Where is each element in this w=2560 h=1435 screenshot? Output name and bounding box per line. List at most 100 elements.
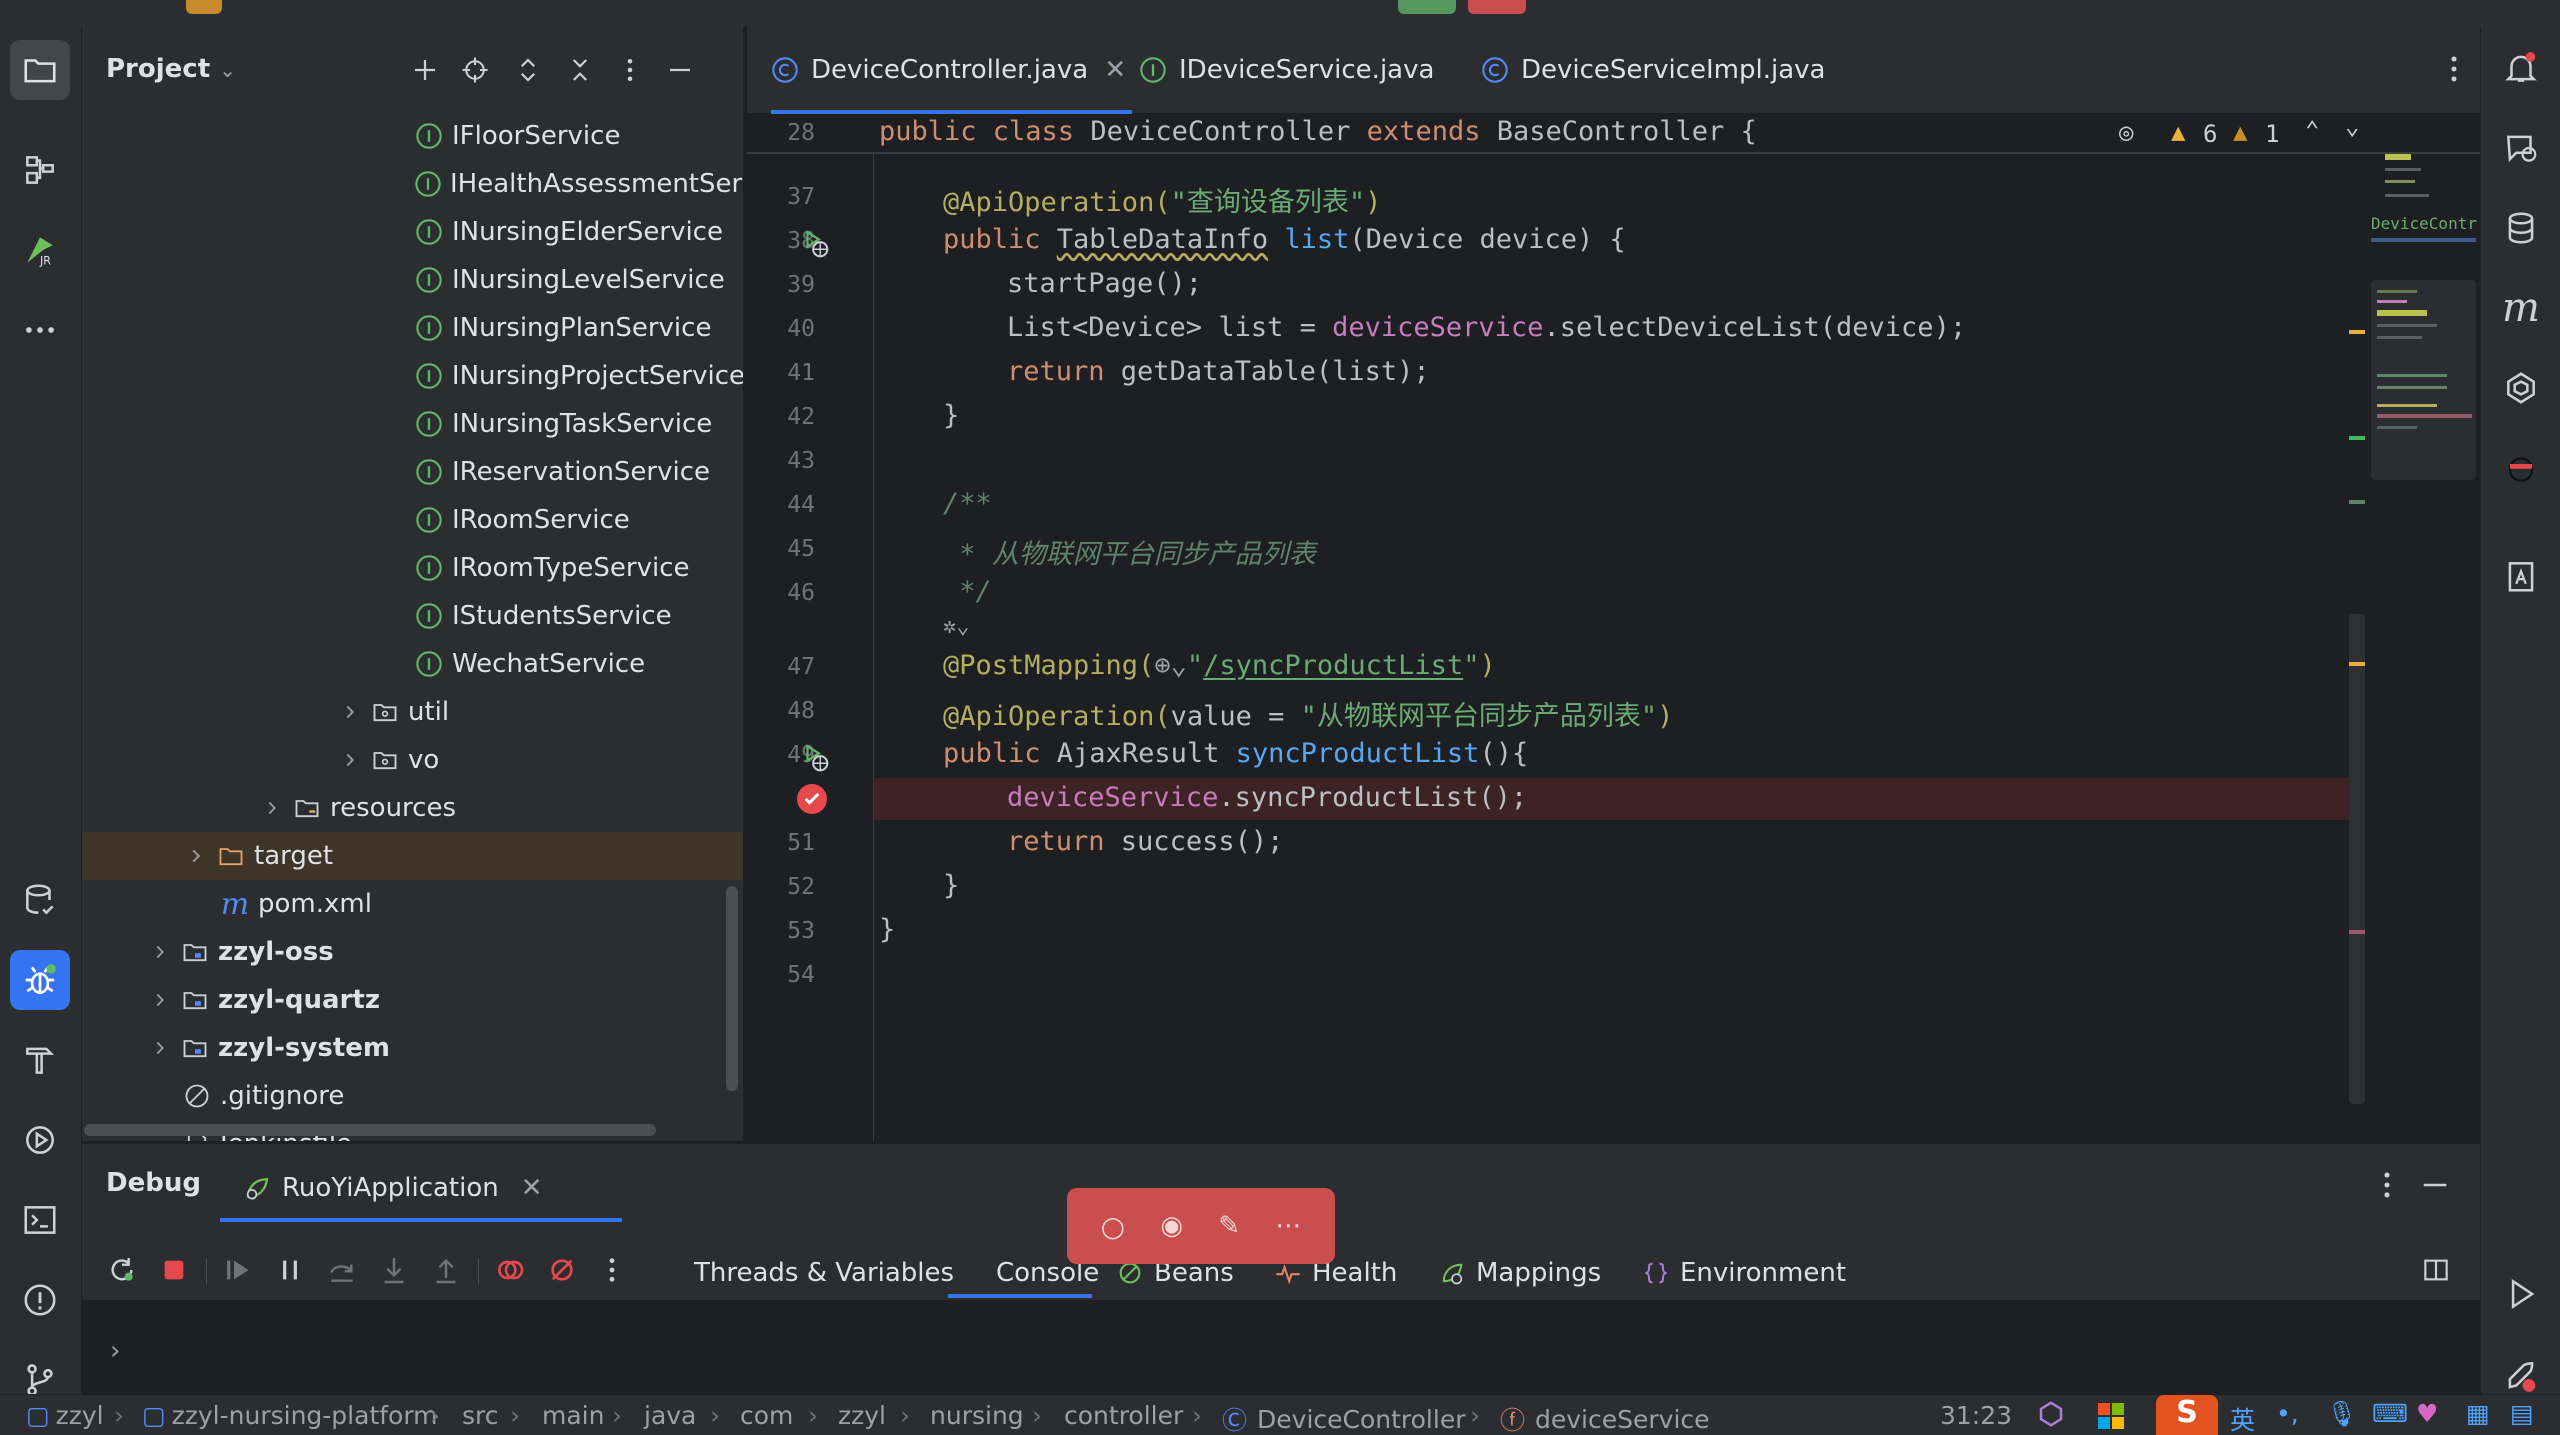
search-icon[interactable]: ○	[1101, 1210, 1125, 1243]
breadcrumb-devicecontroller[interactable]: Ⓒ DeviceController	[1222, 1401, 1466, 1435]
debug-tool-button[interactable]	[10, 950, 70, 1010]
tab-mappings[interactable]: Mappings	[1438, 1248, 1601, 1298]
project-view-selector[interactable]: Project ⌄	[106, 54, 236, 84]
expand-all-button[interactable]	[510, 52, 546, 88]
layout-settings-button[interactable]	[2420, 1254, 2452, 1290]
breadcrumb-nursing[interactable]: nursing	[930, 1401, 1024, 1430]
ai-assistant-inline-icon[interactable]: ✲⌄	[943, 614, 970, 639]
run-tool-button[interactable]	[2491, 1264, 2551, 1324]
console-output[interactable]	[82, 1300, 2480, 1395]
globe-icon[interactable]: ⊕⌄	[1154, 650, 1187, 681]
structure-tool-button[interactable]	[10, 140, 70, 200]
run-button[interactable]	[1398, 0, 1456, 14]
ai-assistant-button[interactable]	[2491, 118, 2551, 178]
ninja-plugin-button[interactable]	[2491, 438, 2551, 498]
tree-item-inursingprojectservice[interactable]: INursingProjectService	[82, 352, 743, 400]
breadcrumb-com[interactable]: com	[740, 1401, 793, 1430]
previous-highlight-icon[interactable]: ⌃	[2305, 116, 2319, 144]
tray-expand-icon[interactable]: ▤	[2510, 1399, 2534, 1428]
resume-button[interactable]	[220, 1252, 256, 1288]
breadcrumb-java[interactable]: java	[644, 1401, 696, 1430]
add-button[interactable]	[407, 52, 443, 88]
console-expand-icon[interactable]: ›	[110, 1336, 120, 1366]
breadcrumb-zzyl-pkg[interactable]: zzyl	[838, 1401, 886, 1430]
project-vertical-scrollbar[interactable]	[726, 886, 738, 1091]
tree-item-ihealthassessmentservice[interactable]: IHealthAssessmentService	[82, 160, 743, 208]
endpoint-url-link[interactable]: /syncProductList	[1203, 650, 1463, 681]
editor-scrollbar[interactable]	[2349, 614, 2365, 1104]
tab-devicecontroller[interactable]: DeviceController.java ✕	[771, 26, 1133, 114]
debug-session-tab[interactable]: RuoYiApplication ✕	[242, 1154, 543, 1222]
debug-options-button[interactable]	[2370, 1168, 2404, 1206]
close-tab-icon[interactable]: ✕	[1104, 55, 1126, 85]
breadcrumb-platform[interactable]: ▢ zzyl-nursing-platform	[142, 1401, 438, 1430]
tree-item-vo[interactable]: vo	[82, 736, 743, 784]
services-tool-button[interactable]	[10, 1110, 70, 1170]
more-tools-button[interactable]	[10, 300, 70, 360]
warning-icon[interactable]: ▲	[2171, 118, 2185, 146]
tab-ideviceservice[interactable]: IDeviceService.java	[1139, 26, 1434, 114]
chevron-right-icon[interactable]	[146, 938, 174, 966]
tree-item-inursingplanservice[interactable]: INursingPlanService	[82, 304, 743, 352]
maven-button[interactable]: m	[2491, 278, 2551, 338]
notifications-button[interactable]	[2491, 38, 2551, 98]
breadcrumb-deviceservice[interactable]: ⓕ deviceService	[1500, 1401, 1710, 1435]
keyboard-icon[interactable]: ⌨	[2372, 1399, 2408, 1428]
chevron-right-icon[interactable]	[336, 746, 364, 774]
tree-item-iroomtypeservice[interactable]: IRoomTypeService	[82, 544, 743, 592]
windows-icon[interactable]	[2098, 1403, 2124, 1429]
tree-item-zzyl-quartz[interactable]: zzyl-quartz	[82, 976, 743, 1024]
plugin-tool-button[interactable]	[2491, 358, 2551, 418]
toolbox-icon[interactable]: ▦	[2466, 1399, 2490, 1428]
build-tool-button[interactable]	[10, 1030, 70, 1090]
database-tool-button[interactable]	[10, 870, 70, 930]
tree-item-inursingtaskservice[interactable]: INursingTaskService	[82, 400, 743, 448]
breakpoint-marker[interactable]	[2349, 930, 2365, 934]
translate-button[interactable]	[2491, 546, 2551, 606]
tree-item-zzyl-system[interactable]: zzyl-system	[82, 1024, 743, 1072]
database-button[interactable]	[2491, 198, 2551, 258]
minimap[interactable]: DeviceContr	[2367, 114, 2480, 1141]
next-highlight-icon[interactable]: ⌄	[2345, 114, 2359, 140]
reader-mode-icon[interactable]: ◎	[2119, 118, 2133, 146]
tree-item-util[interactable]: util	[82, 688, 743, 736]
step-into-button[interactable]	[376, 1252, 412, 1288]
step-out-button[interactable]	[428, 1252, 464, 1288]
tree-item-target[interactable]: target	[82, 832, 743, 880]
tree-item-zzyl-oss[interactable]: zzyl-oss	[82, 928, 743, 976]
weak-warning-icon[interactable]: ▲	[2233, 118, 2247, 146]
collapse-all-button[interactable]	[562, 52, 598, 88]
view-breakpoints-button[interactable]	[492, 1252, 528, 1288]
ime-language-indicator[interactable]: 英	[2230, 1401, 2255, 1435]
close-session-icon[interactable]: ✕	[521, 1173, 543, 1203]
breadcrumb-zzyl[interactable]: ▢ zzyl	[26, 1401, 104, 1430]
endpoint-gutter-icon[interactable]	[799, 742, 833, 780]
breakpoint-icon[interactable]	[797, 784, 827, 814]
chevron-right-icon[interactable]	[182, 842, 210, 870]
stop-debug-button[interactable]	[156, 1252, 192, 1288]
locate-file-button[interactable]	[457, 52, 493, 88]
tree-item-resources[interactable]: resources	[82, 784, 743, 832]
tree-item-iroomservice[interactable]: IRoomService	[82, 496, 743, 544]
tab-threads-variables[interactable]: Threads & Variables	[694, 1248, 954, 1298]
stop-button[interactable]	[1468, 0, 1526, 14]
tree-item-ireservationservice[interactable]: IReservationService	[82, 448, 743, 496]
tab-environment[interactable]: Environment	[1642, 1248, 1846, 1298]
sogou-ime-icon[interactable]: S	[2156, 1395, 2218, 1435]
mute-breakpoints-button[interactable]	[544, 1252, 580, 1288]
tree-item-pom-xml[interactable]: m pom.xml	[82, 880, 743, 928]
tab-deviceserviceimpl[interactable]: DeviceServiceImpl.java	[1481, 26, 1825, 114]
sticky-scope-line[interactable]: 28 public class DeviceController extends…	[747, 114, 2480, 154]
punctuation-icon[interactable]: •,	[2276, 1399, 2299, 1428]
chevron-right-icon[interactable]	[258, 794, 286, 822]
project-tool-button[interactable]	[10, 40, 70, 100]
breadcrumb-main[interactable]: main	[542, 1401, 604, 1430]
warning-marker[interactable]	[2349, 662, 2365, 666]
rerun-button[interactable]	[104, 1252, 140, 1288]
problems-tool-button[interactable]	[10, 1270, 70, 1330]
breadcrumb-src[interactable]: src	[462, 1401, 499, 1430]
skin-icon[interactable]: ♥	[2416, 1399, 2438, 1428]
more-horizontal-icon[interactable]: ⋯	[1275, 1211, 1301, 1241]
ai-icon[interactable]: ◉	[1160, 1211, 1183, 1241]
more-debug-actions-button[interactable]	[594, 1252, 630, 1288]
